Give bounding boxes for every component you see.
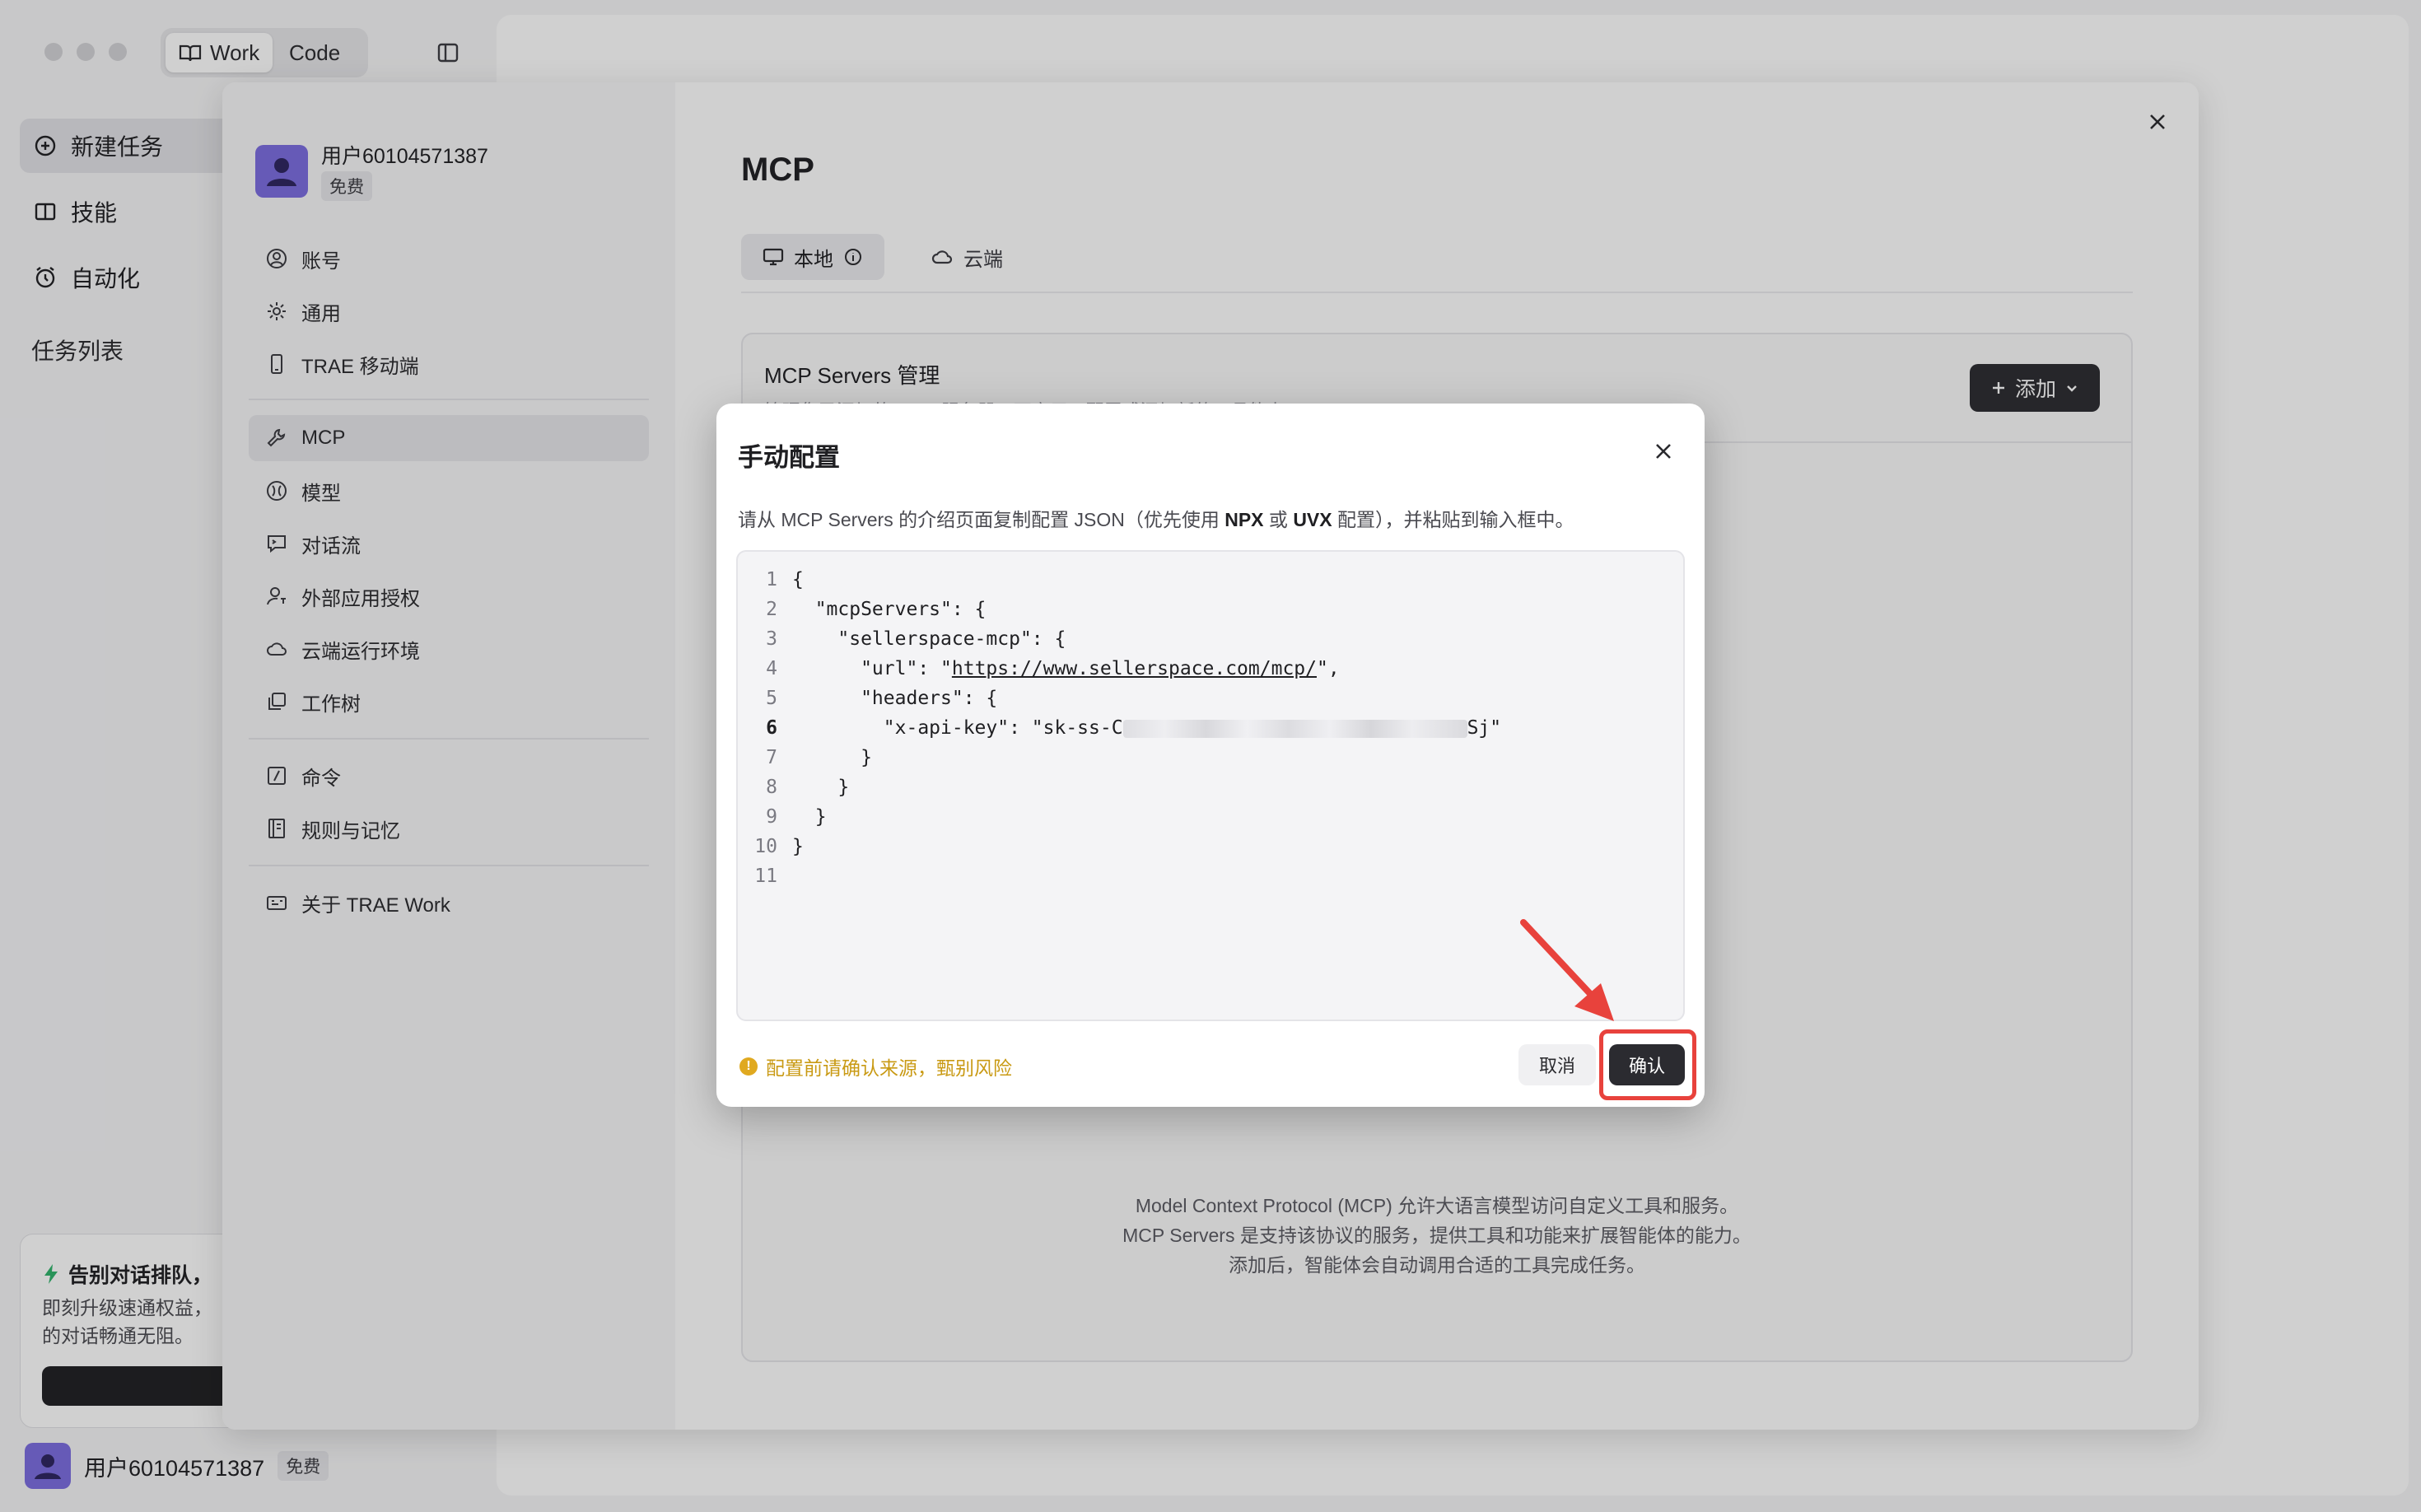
code-line: 5 "headers": {: [766, 688, 998, 709]
code-line: 1{: [766, 569, 804, 590]
warning-icon: !: [739, 1057, 758, 1076]
code-line-current: 6 "x-api-key": "sk-ss-C Sj": [766, 717, 1502, 739]
code-line: 4 "url": "https://www.sellerspace.com/mc…: [766, 658, 1340, 679]
code-url-link[interactable]: https://www.sellerspace.com/mcp/: [952, 658, 1317, 679]
code-line: 3 "sellerspace-mcp": {: [766, 628, 1066, 650]
code-line: 2 "mcpServers": {: [766, 599, 987, 620]
code-line: 11: [754, 866, 777, 887]
dialog-title: 手动配置: [738, 443, 840, 472]
dialog-close-icon[interactable]: [1649, 436, 1678, 466]
code-line: 10}: [754, 836, 804, 857]
confirm-highlight-box: [1599, 1029, 1696, 1100]
cancel-button[interactable]: 取消: [1518, 1044, 1596, 1085]
dialog-description: 请从 MCP Servers 的介绍页面复制配置 JSON（优先使用 NPX 或…: [738, 509, 1574, 530]
annotation-arrow-icon: [1520, 919, 1614, 1021]
code-line: 8 }: [766, 777, 850, 798]
code-line: 7 }: [766, 747, 872, 768]
redacted-api-key: [1122, 719, 1467, 738]
code-line: 9 }: [766, 806, 827, 828]
risk-warning: ! 配置前请确认来源，甄别风险: [739, 1052, 1012, 1080]
